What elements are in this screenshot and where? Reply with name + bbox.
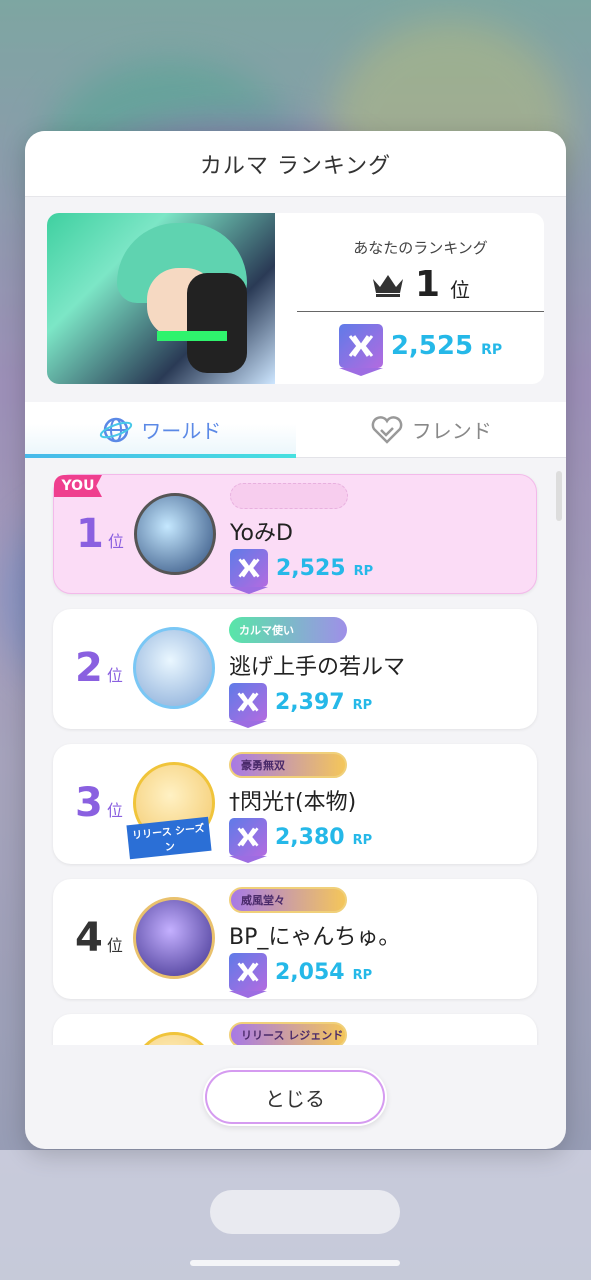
karma-rank-icon: [230, 549, 268, 594]
row-rank: 4 位: [75, 915, 135, 961]
points-unit: RP: [353, 563, 374, 579]
row-rank: 2 位: [75, 645, 135, 691]
player-points: 2,397 RP: [229, 683, 373, 728]
my-ranking-label: あなたのランキング: [353, 239, 488, 257]
player-points: 2,054 RP: [229, 953, 373, 998]
player-name: 逃げ上手の若ルマ: [229, 655, 406, 680]
title-badge: 豪勇無双: [229, 752, 347, 778]
close-button[interactable]: とじる: [203, 1068, 387, 1126]
title-badge: 威風堂々: [229, 887, 347, 913]
modal-title: カルマ ランキング: [199, 153, 392, 179]
ranking-row[interactable]: 4 位 威風堂々 BP_にゃんちゅ。 2,054 RP: [53, 879, 537, 999]
rank-unit: 位: [107, 532, 124, 551]
my-rank-number: 1: [414, 264, 441, 305]
crown-icon: [372, 274, 403, 297]
player-avatar[interactable]: [133, 1032, 215, 1045]
points-value: 2,380: [275, 824, 345, 850]
ranking-row[interactable]: 2 位 カルマ使い 逃げ上手の若ルマ 2,397 RP: [53, 609, 537, 729]
title-badge: リリース レジェンド: [229, 1022, 347, 1045]
points-value: 2,054: [275, 959, 345, 985]
player-avatar[interactable]: [133, 627, 215, 709]
ranking-row[interactable]: リリース レジェンド: [53, 1014, 537, 1045]
rank-number: 1: [76, 511, 104, 557]
ranking-modal: カルマ ランキング あなたのランキング 1 位 2,525 RP ワールド フレ…: [25, 131, 566, 1149]
character-portrait: [47, 213, 275, 384]
release-season-frame-label: リリース シーズン: [126, 816, 212, 860]
points-value: 2,397: [275, 689, 345, 715]
player-avatar[interactable]: [133, 897, 215, 979]
tab-world[interactable]: ワールド: [25, 402, 296, 458]
title-badge: カルマ使い: [229, 617, 347, 643]
rank-unit: 位: [106, 801, 123, 820]
rank-number: 4: [75, 915, 103, 961]
row-rank: 1 位: [76, 511, 136, 557]
player-name: †閃光†(本物): [229, 790, 357, 815]
my-points-value: 2,525: [390, 331, 474, 361]
player-points: 2,525 RP: [230, 549, 374, 594]
player-avatar[interactable]: リリース シーズン: [126, 762, 215, 860]
points-value: 2,525: [276, 555, 346, 581]
karma-rank-icon: [338, 324, 383, 376]
ranking-row[interactable]: 3 位 リリース シーズン 豪勇無双 †閃光†(本物) 2,380 RP: [53, 744, 537, 864]
rank-number: 3: [75, 780, 103, 826]
my-rank-unit: 位: [450, 278, 471, 302]
tab-friend-label: フレンド: [411, 419, 492, 443]
my-ranking-card: あなたのランキング 1 位 2,525 RP: [47, 213, 544, 384]
rank-number: 2: [75, 645, 103, 691]
ranking-list[interactable]: YOU 1 位 YoみD 2,525 RP 2 位 カルマ使い 逃げ上手の若ルマ…: [47, 470, 544, 1045]
my-points-unit: RP: [481, 342, 503, 358]
handshake-icon: [371, 415, 403, 444]
my-rank: 1 位: [297, 264, 544, 305]
rank-unit: 位: [106, 936, 123, 955]
player-points: 2,380 RP: [229, 818, 373, 863]
my-points: 2,525 RP: [297, 324, 544, 376]
points-unit: RP: [352, 832, 373, 848]
ranking-row[interactable]: YOU 1 位 YoみD 2,525 RP: [53, 474, 537, 594]
globe-icon: [100, 417, 133, 442]
row-rank: 3 位: [75, 780, 135, 826]
you-badge: YOU: [54, 475, 102, 497]
tab-world-label: ワールド: [141, 419, 222, 443]
karma-rank-icon: [229, 953, 267, 998]
points-unit: RP: [352, 967, 373, 983]
karma-rank-icon: [229, 818, 267, 863]
player-name: YoみD: [230, 521, 293, 546]
scrollbar[interactable]: [556, 471, 562, 521]
home-indicator: [190, 1260, 400, 1266]
ranking-tabs: ワールド フレンド: [25, 402, 566, 458]
karma-rank-icon: [229, 683, 267, 728]
modal-header: カルマ ランキング: [25, 131, 566, 197]
rank-unit: 位: [106, 666, 123, 685]
points-unit: RP: [352, 697, 373, 713]
player-name: BP_にゃんちゅ。: [229, 925, 401, 950]
tab-friend[interactable]: フレンド: [296, 402, 567, 457]
player-avatar[interactable]: [134, 493, 216, 575]
title-badge-empty: [230, 483, 348, 509]
